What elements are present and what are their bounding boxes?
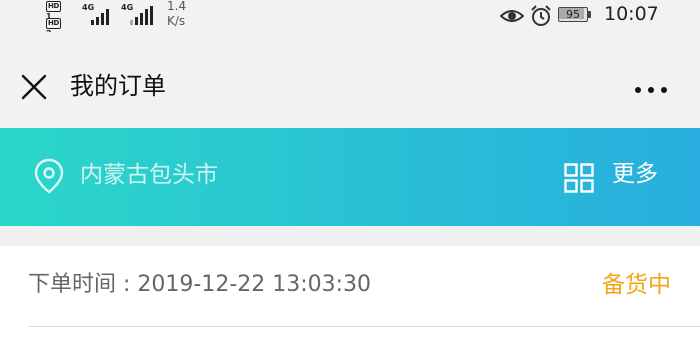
divider xyxy=(28,326,700,327)
title-bar: 我的订单 xyxy=(0,32,700,128)
grid-icon[interactable] xyxy=(564,163,594,197)
status-bar: HD1 HD2 4G 4G 1.4 K/s xyxy=(0,0,700,38)
eye-icon xyxy=(499,6,525,30)
order-time: 下单时间 : 2019-12-22 13:03:30 xyxy=(28,272,372,297)
section-gap xyxy=(0,226,700,246)
battery-level: 95 xyxy=(566,8,580,21)
page-title: 我的订单 xyxy=(70,72,166,100)
location-pin-icon[interactable] xyxy=(33,158,65,198)
close-icon[interactable] xyxy=(20,73,48,105)
battery-icon: 95 xyxy=(558,7,592,23)
speed-value: 1.4 xyxy=(167,0,187,13)
more-button[interactable]: 更多 xyxy=(612,158,658,190)
alarm-icon xyxy=(530,5,552,31)
order-status: 备货中 xyxy=(602,272,671,298)
network-speed: 1.4 K/s xyxy=(167,0,186,29)
location-city[interactable]: 内蒙古包头市 xyxy=(80,159,218,191)
clock-time: 10:07 xyxy=(604,3,659,25)
speed-unit: K/s xyxy=(167,14,186,28)
order-card[interactable]: 下单时间 : 2019-12-22 13:03:30 备货中 xyxy=(0,246,700,350)
location-bar: 内蒙古包头市 更多 xyxy=(0,128,700,226)
more-dots-icon[interactable] xyxy=(634,80,668,99)
